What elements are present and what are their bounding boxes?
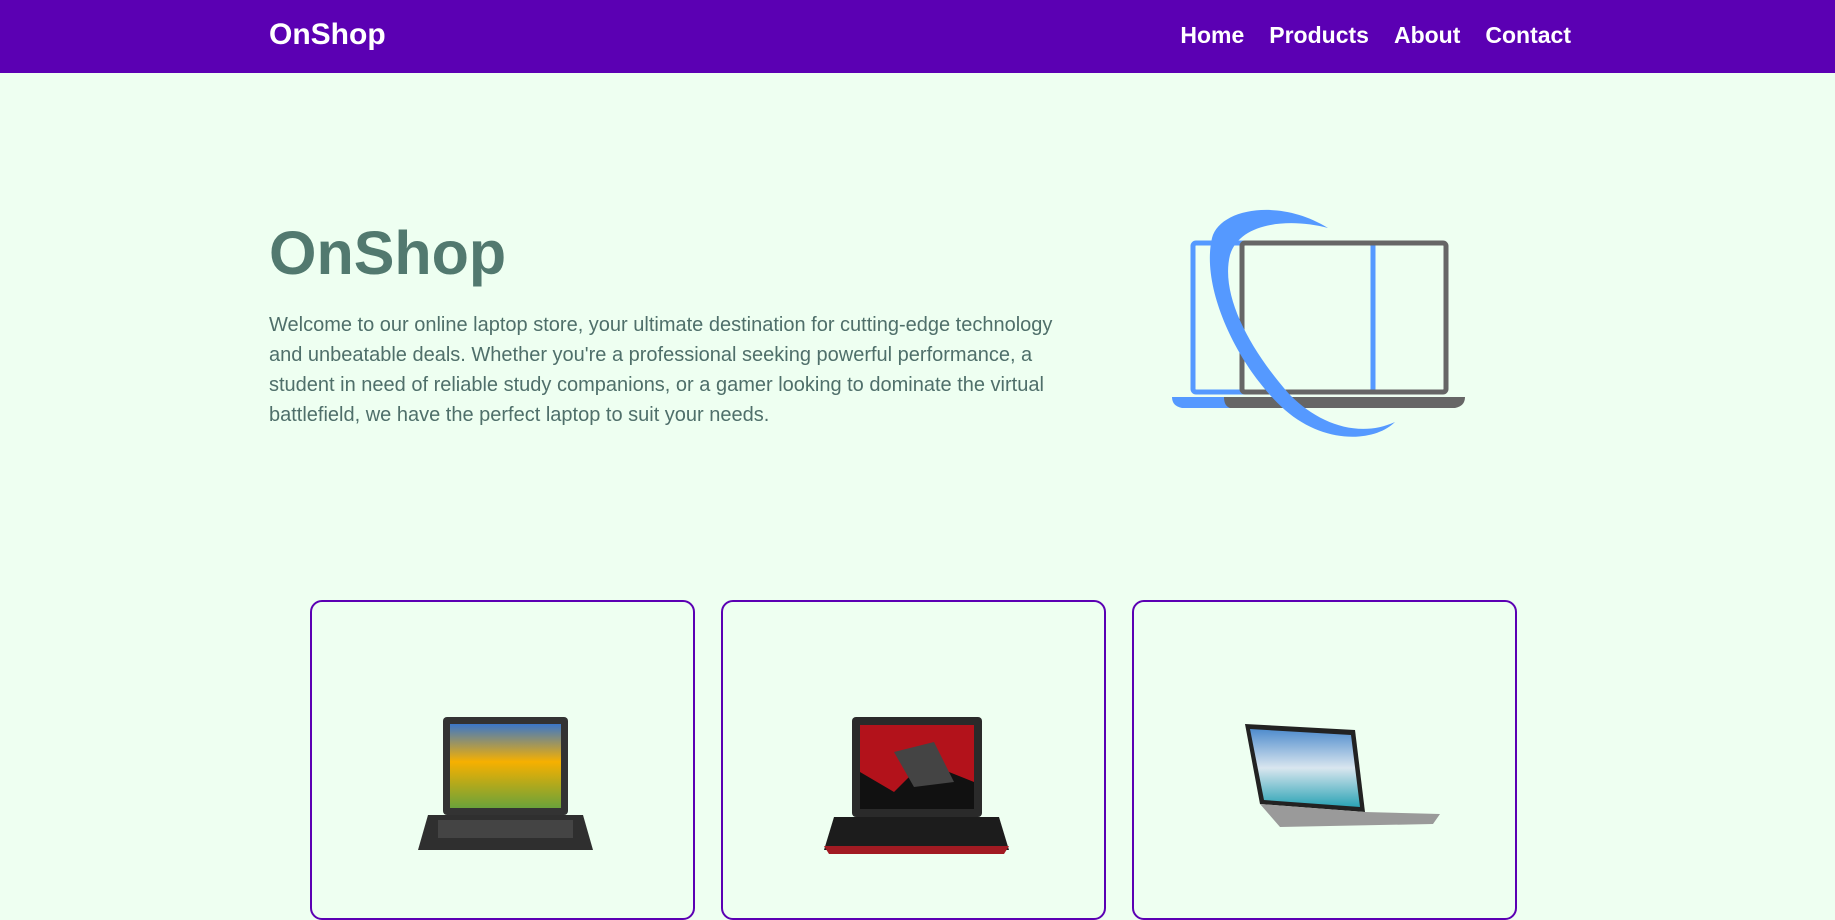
product-cards — [310, 600, 1517, 920]
hero-title: OnShop — [269, 219, 507, 287]
predator-gaming-laptop-image — [723, 712, 1104, 867]
nav-home-link[interactable]: Home — [1180, 22, 1244, 49]
nav-about-link[interactable]: About — [1394, 22, 1460, 49]
laptop-illustration — [1160, 200, 1480, 455]
nav-products-link[interactable]: Products — [1269, 22, 1369, 49]
brand-logo-link[interactable]: OnShop — [269, 18, 386, 52]
acer-laptop-image — [312, 712, 693, 867]
product-card[interactable] — [1132, 600, 1517, 920]
product-card[interactable] — [721, 600, 1106, 920]
hero-description: Welcome to our online laptop store, your… — [269, 314, 1053, 426]
dell-ultrabook-image — [1134, 712, 1515, 867]
nav-links: Home Products About Contact — [1180, 22, 1571, 49]
navbar: OnShop Home Products About Contact — [0, 0, 1835, 73]
product-card[interactable] — [310, 600, 695, 920]
nav-contact-link[interactable]: Contact — [1485, 22, 1571, 49]
